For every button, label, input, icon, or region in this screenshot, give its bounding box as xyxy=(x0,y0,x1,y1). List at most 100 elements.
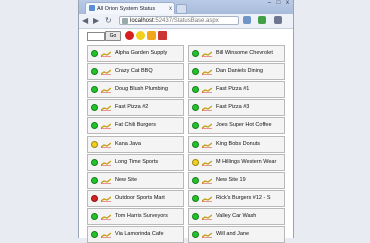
address-bar[interactable]: localhost:52437/StatusBase.aspx xyxy=(119,16,239,25)
trend-icon xyxy=(202,178,212,184)
trend-icon xyxy=(202,69,212,76)
trend-icon xyxy=(202,105,212,112)
site-status-cell[interactable]: Fast Pizza #2 xyxy=(87,99,184,117)
status-light-icon xyxy=(192,158,199,166)
site-status-cell[interactable]: Fast Pizza #3 xyxy=(188,99,285,117)
status-light-icon xyxy=(192,50,199,57)
status-light-icon xyxy=(91,50,98,57)
status-light-icon xyxy=(192,86,199,94)
site-name: King Bobs Donuts xyxy=(216,140,261,147)
browser-toolbar: ◀ ▶ ↻ localhost:52437/StatusBase.aspx xyxy=(79,14,293,29)
trend-icon xyxy=(202,232,212,238)
site-status-cell[interactable]: Fast Pizza #1 xyxy=(188,81,285,99)
site-name: Fast Pizza #2 xyxy=(115,104,149,111)
yellow-status-icon[interactable] xyxy=(136,31,145,40)
site-name: Crazy Cat BBQ xyxy=(115,68,153,75)
site-status-cell[interactable]: King Bobs Donuts xyxy=(188,135,285,153)
trend-icon xyxy=(202,51,212,57)
wrench-icon[interactable] xyxy=(273,16,282,24)
trend-icon xyxy=(101,123,111,130)
url-host: localhost xyxy=(130,18,154,24)
site-status-cell[interactable]: Doug Blush Plumbing xyxy=(87,81,184,99)
refresh-icon[interactable] xyxy=(158,31,167,40)
site-status-cell[interactable]: Joes Super Hot Coffee xyxy=(188,117,285,135)
site-status-cell[interactable]: Tom Harris Surveyors xyxy=(87,207,184,225)
extension-icon[interactable] xyxy=(258,16,267,24)
site-status-cell[interactable]: Outdoor Sports Mart xyxy=(87,189,184,207)
site-name: Fast Pizza #3 xyxy=(216,104,250,111)
site-status-cell[interactable]: Valley Car Wash xyxy=(188,207,285,225)
site-name: Dan Daniels Dining xyxy=(216,68,264,75)
new-tab-button[interactable] xyxy=(176,4,187,14)
status-light-icon xyxy=(192,194,199,202)
reload-icon[interactable]: ↻ xyxy=(105,16,112,26)
site-name: Bill Winsome Chevrolet xyxy=(216,50,273,56)
trend-icon xyxy=(101,160,111,166)
trend-icon xyxy=(101,214,111,220)
site-status-cell[interactable]: Rick's Burgers #12 - S xyxy=(188,189,285,207)
site-name: Fast Pizza #1 xyxy=(216,86,250,93)
site-name: New Site xyxy=(115,176,138,183)
site-name: Tom Harris Surveyors xyxy=(115,212,168,219)
trend-icon xyxy=(101,51,111,57)
status-light-icon xyxy=(91,122,98,130)
warning-icon[interactable] xyxy=(147,31,156,40)
window-controls[interactable]: – □ x xyxy=(268,0,291,6)
site-status-cell[interactable]: Crazy Cat BBQ xyxy=(87,63,184,81)
trend-icon xyxy=(101,105,111,112)
page-toolbar: Go xyxy=(79,29,293,43)
trend-icon xyxy=(202,160,212,166)
tab-bar: All Orion System Status x – □ x xyxy=(79,0,293,15)
site-status-cell[interactable]: Kana Java xyxy=(87,135,184,153)
tab-title: All Orion System Status xyxy=(97,6,156,12)
page-menu-icon[interactable] xyxy=(243,16,251,24)
site-status-cell[interactable]: Dan Daniels Dining xyxy=(188,63,285,81)
trend-icon xyxy=(202,87,212,94)
status-light-icon xyxy=(192,176,199,184)
site-name: Fat Chili Burgers xyxy=(115,122,156,129)
go-button[interactable]: Go xyxy=(105,31,121,41)
site-status-cell[interactable]: Will and Jane xyxy=(188,226,285,243)
forward-icon[interactable]: ▶ xyxy=(93,16,99,26)
site-name: M Hillings Western Wear xyxy=(216,158,277,165)
site-name: Valley Car Wash xyxy=(216,212,257,219)
status-light-icon xyxy=(91,212,98,220)
trend-icon xyxy=(101,178,111,184)
status-light-icon xyxy=(192,231,199,238)
site-name: Long Time Sports xyxy=(115,158,159,165)
trend-icon xyxy=(202,196,212,202)
status-light-icon xyxy=(192,104,199,112)
site-status-cell[interactable]: Fat Chili Burgers xyxy=(87,117,184,135)
status-light-icon xyxy=(192,68,199,76)
trend-icon xyxy=(101,196,111,202)
site-status-cell[interactable]: New Site xyxy=(87,171,184,189)
search-input[interactable] xyxy=(87,32,105,41)
site-status-cell[interactable]: Long Time Sports xyxy=(87,153,184,171)
page-favicon-icon xyxy=(89,5,95,11)
page-content: Go xyxy=(79,29,293,43)
status-light-icon xyxy=(192,212,199,220)
site-status-cell[interactable]: Via Lamorinda Cafe xyxy=(87,226,184,243)
red-status-icon[interactable] xyxy=(125,31,134,40)
trend-icon xyxy=(202,214,212,220)
site-status-cell[interactable]: Bill Winsome Chevrolet xyxy=(188,45,285,62)
site-name: Kana Java xyxy=(115,140,141,147)
back-icon[interactable]: ◀ xyxy=(82,16,88,26)
trend-icon xyxy=(101,141,111,148)
status-light-icon xyxy=(91,176,98,184)
status-light-icon xyxy=(91,194,98,202)
site-status-cell[interactable]: M Hillings Western Wear xyxy=(188,153,285,171)
site-status-cell[interactable]: New Site 19 xyxy=(188,171,285,189)
status-light-icon xyxy=(91,231,98,238)
status-light-icon xyxy=(91,86,98,94)
site-name: Joes Super Hot Coffee xyxy=(216,122,272,129)
trend-icon xyxy=(101,87,111,94)
site-name: Doug Blush Plumbing xyxy=(115,86,168,93)
trend-icon xyxy=(202,141,212,148)
trend-icon xyxy=(101,69,111,76)
status-light-icon xyxy=(192,122,199,130)
page-info-icon xyxy=(122,18,128,24)
status-light-icon xyxy=(91,140,98,148)
site-status-cell[interactable]: Alpha Garden Supply xyxy=(87,45,184,62)
site-name: New Site 19 xyxy=(216,176,246,183)
